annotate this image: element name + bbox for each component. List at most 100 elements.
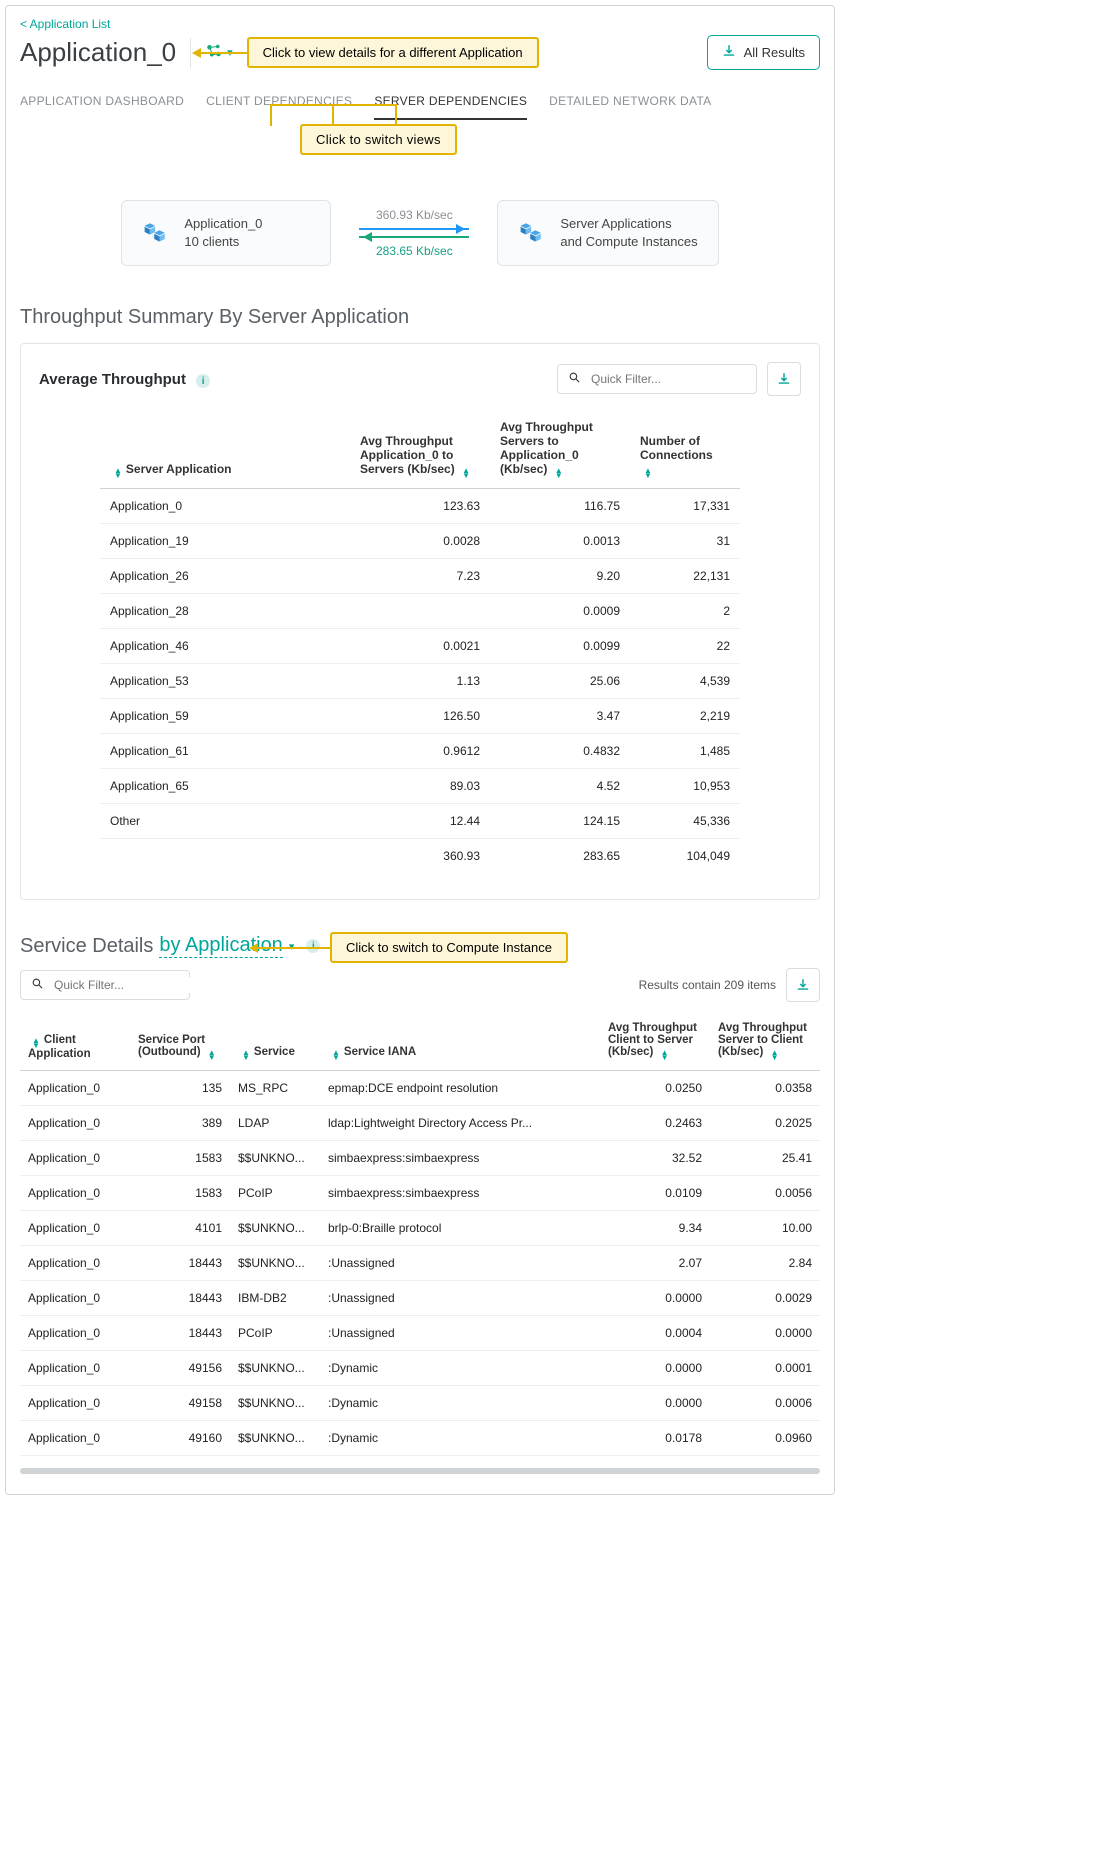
cell-s2c: 0.0000 xyxy=(710,1316,820,1351)
cell-port: 389 xyxy=(130,1106,230,1141)
tab-server-dependencies[interactable]: SERVER DEPENDENCIES xyxy=(374,94,527,120)
cell-svc: PCoIP xyxy=(230,1316,320,1351)
cell-port: 1583 xyxy=(130,1176,230,1211)
summary-filter-input[interactable] xyxy=(589,371,748,387)
cell-out: 12.44 xyxy=(350,804,490,839)
cell-port: 49160 xyxy=(130,1421,230,1456)
table-row: Application_190.00280.001331 xyxy=(100,524,740,559)
cell-port: 18443 xyxy=(130,1281,230,1316)
cell-s2c: 0.0358 xyxy=(710,1071,820,1106)
cell-in: 116.75 xyxy=(490,489,630,524)
cell-out: 89.03 xyxy=(350,769,490,804)
tab-detailed-network[interactable]: DETAILED NETWORK DATA xyxy=(549,94,711,120)
cell-conn: 22 xyxy=(630,629,740,664)
cell-svc: $$UNKNO... xyxy=(230,1211,320,1246)
flow-right-line2: and Compute Instances xyxy=(560,233,697,251)
summary-download-button[interactable] xyxy=(767,362,801,396)
callout-tabs-text: Click to switch views xyxy=(300,124,457,155)
cell-client: Application_0 xyxy=(20,1246,130,1281)
arrow-left-icon xyxy=(359,236,469,238)
results-count: Results contain 209 items xyxy=(639,978,776,992)
cell-app: Other xyxy=(100,804,350,839)
cell-c2s: 2.07 xyxy=(600,1246,710,1281)
table-row: Application_59126.503.472,219 xyxy=(100,699,740,734)
details-filter-input[interactable] xyxy=(52,977,211,993)
tab-app-dashboard[interactable]: APPLICATION DASHBOARD xyxy=(20,94,184,120)
flow-card-left: Application_0 10 clients xyxy=(121,200,331,266)
arrow-right-icon xyxy=(359,228,469,230)
cell-in: 25.06 xyxy=(490,664,630,699)
cell-iana: ldap:Lightweight Directory Access Pr... xyxy=(320,1106,600,1141)
table-row: Application_01583PCoIPsimbaexpress:simba… xyxy=(20,1176,820,1211)
cell-app: Application_46 xyxy=(100,629,350,664)
cell-client: Application_0 xyxy=(20,1351,130,1386)
cell-port: 135 xyxy=(130,1071,230,1106)
cell-s2c: 10.00 xyxy=(710,1211,820,1246)
info-icon[interactable]: i xyxy=(196,374,210,388)
cell-port: 18443 xyxy=(130,1316,230,1351)
table-row: Application_018443$$UNKNO...:Unassigned2… xyxy=(20,1246,820,1281)
col-service-iana[interactable]: ▲▼Service IANA xyxy=(320,1012,600,1071)
cell-c2s: 0.0178 xyxy=(600,1421,710,1456)
cell-c2s: 0.0004 xyxy=(600,1316,710,1351)
page-title: Application_0 xyxy=(20,37,176,68)
cubes-icon xyxy=(142,218,170,249)
cell-client: Application_0 xyxy=(20,1106,130,1141)
cell-s2c: 0.0029 xyxy=(710,1281,820,1316)
table-row: Application_018443PCoIP:Unassigned0.0004… xyxy=(20,1316,820,1351)
summary-filter[interactable] xyxy=(557,364,757,394)
cell-conn: 2,219 xyxy=(630,699,740,734)
cell-iana: brlp-0:Braille protocol xyxy=(320,1211,600,1246)
cell-app: Application_53 xyxy=(100,664,350,699)
details-table: ▲▼Client Application Service Port (Outbo… xyxy=(20,1012,820,1456)
cell-iana: simbaexpress:simbaexpress xyxy=(320,1141,600,1176)
summary-totals-row: 360.93 283.65 104,049 xyxy=(100,839,740,874)
cell-out: 1.13 xyxy=(350,664,490,699)
horizontal-scrollbar[interactable] xyxy=(20,1468,820,1474)
details-download-button[interactable] xyxy=(786,968,820,1002)
col-client-app[interactable]: ▲▼Client Application xyxy=(20,1012,130,1071)
col-avg-in[interactable]: Avg Throughput Servers to Application_0 … xyxy=(490,410,630,489)
flow-left-sub: 10 clients xyxy=(184,233,262,251)
col-service-port[interactable]: Service Port (Outbound) ▲▼ xyxy=(130,1012,230,1071)
col-service[interactable]: ▲▼Service xyxy=(230,1012,320,1071)
cell-c2s: 0.0000 xyxy=(600,1386,710,1421)
cell-iana: epmap:DCE endpoint resolution xyxy=(320,1071,600,1106)
cell-in: 9.20 xyxy=(490,559,630,594)
cell-svc: $$UNKNO... xyxy=(230,1386,320,1421)
table-row: Other12.44124.1545,336 xyxy=(100,804,740,839)
col-c2s[interactable]: Avg Throughput Client to Server (Kb/sec)… xyxy=(600,1012,710,1071)
cell-app: Application_59 xyxy=(100,699,350,734)
cell-out: 7.23 xyxy=(350,559,490,594)
col-server-app[interactable]: ▲▼Server Application xyxy=(100,410,350,489)
details-filter[interactable] xyxy=(20,970,190,1000)
cell-in: 0.0099 xyxy=(490,629,630,664)
col-s2c[interactable]: Avg Throughput Server to Client (Kb/sec)… xyxy=(710,1012,820,1071)
cell-client: Application_0 xyxy=(20,1071,130,1106)
cell-s2c: 2.84 xyxy=(710,1246,820,1281)
all-results-button[interactable]: All Results xyxy=(707,35,820,70)
table-row: Application_0123.63116.7517,331 xyxy=(100,489,740,524)
col-avg-out[interactable]: Avg Throughput Application_0 to Servers … xyxy=(350,410,490,489)
cell-in: 0.0009 xyxy=(490,594,630,629)
back-link[interactable]: < Application List xyxy=(20,17,110,31)
cell-iana: simbaexpress:simbaexpress xyxy=(320,1176,600,1211)
tab-client-dependencies[interactable]: CLIENT DEPENDENCIES xyxy=(206,94,352,120)
table-row: Application_0389LDAPldap:Lightweight Dir… xyxy=(20,1106,820,1141)
cell-app: Application_26 xyxy=(100,559,350,594)
details-section-title: Service Details xyxy=(20,935,153,958)
cell-client: Application_0 xyxy=(20,1386,130,1421)
col-connections[interactable]: Number of Connections ▲▼ xyxy=(630,410,740,489)
cell-conn: 31 xyxy=(630,524,740,559)
table-row: Application_531.1325.064,539 xyxy=(100,664,740,699)
search-icon xyxy=(31,977,44,993)
cell-svc: LDAP xyxy=(230,1106,320,1141)
cell-s2c: 0.0006 xyxy=(710,1386,820,1421)
cell-svc: $$UNKNO... xyxy=(230,1351,320,1386)
cell-conn: 45,336 xyxy=(630,804,740,839)
cell-port: 49158 xyxy=(130,1386,230,1421)
table-row: Application_610.96120.48321,485 xyxy=(100,734,740,769)
cell-svc: $$UNKNO... xyxy=(230,1141,320,1176)
cell-port: 4101 xyxy=(130,1211,230,1246)
table-row: Application_6589.034.5210,953 xyxy=(100,769,740,804)
